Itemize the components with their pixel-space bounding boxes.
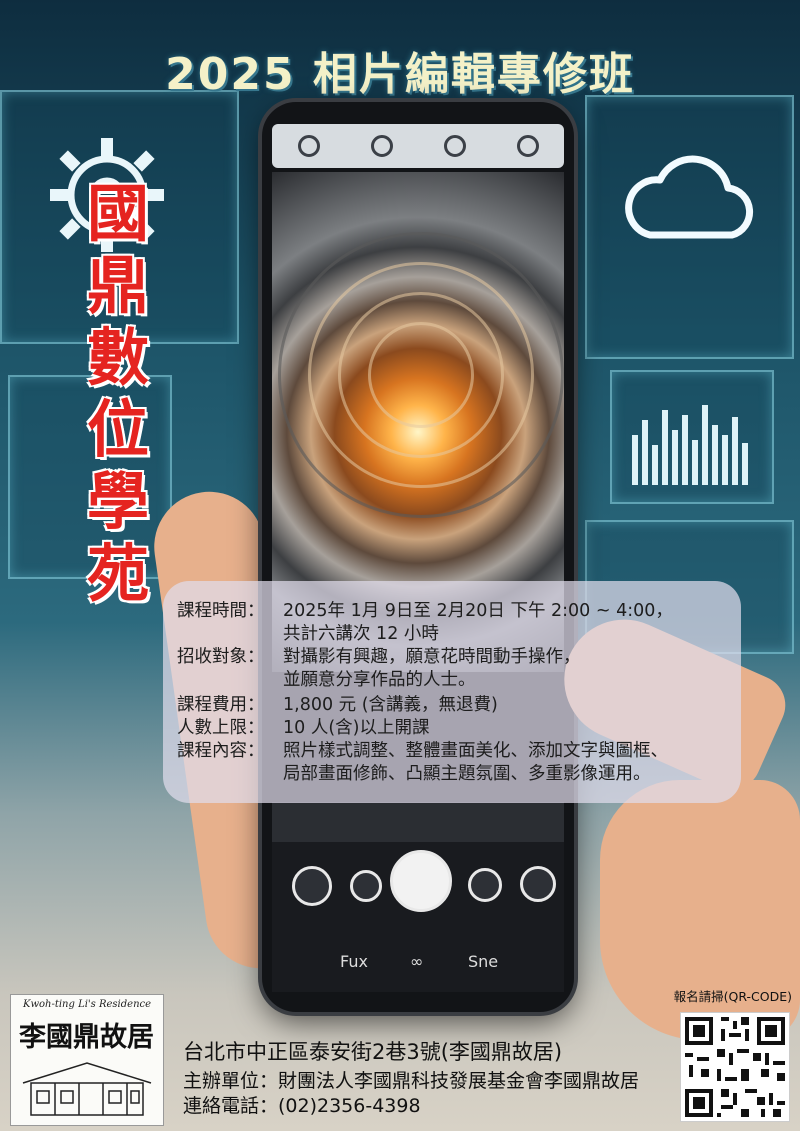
- organizer-text: 主辦單位：財團法人李國鼎科技發展基金會李國鼎故居: [183, 1070, 640, 1092]
- qr-code[interactable]: [680, 1012, 790, 1122]
- control-button: [350, 870, 382, 902]
- academy-char: 數: [86, 321, 149, 394]
- address-text: 台北市中正區泰安街2巷3號(李國鼎故居): [183, 1040, 563, 1064]
- phone-label: Fux: [340, 952, 368, 971]
- shutter-button: [390, 850, 452, 912]
- logo-chinese-name: 李國鼎故居: [19, 1022, 154, 1053]
- target-label: 招收對象：: [177, 647, 265, 667]
- limit-value: 10 人(含)以上開課: [283, 718, 430, 738]
- target-value: 對攝影有興趣，願意花時間動手操作，: [283, 647, 581, 667]
- control-button: [292, 866, 332, 906]
- fee-value: 1,800 元 (含講義，無退費): [283, 695, 498, 715]
- academy-char: 學: [86, 465, 149, 538]
- bar-graph-decoration: [632, 405, 748, 485]
- content-row: 課程內容： 照片樣式調整、整體畫面美化、添加文字與圖框、: [177, 737, 668, 762]
- phone-camera-controls: Fux ∞ Sne: [272, 802, 564, 992]
- fee-row: 課程費用： 1,800 元 (含講義，無退費): [177, 691, 498, 716]
- qr-label: 報名請掃(QR-CODE): [673, 989, 792, 1004]
- academy-name-vertical: 國 鼎 數 位 學 苑: [78, 178, 158, 610]
- phone-label: Sne: [468, 952, 499, 971]
- poster-title: 2025 相片編輯專修班: [165, 49, 635, 100]
- course-time-row: 課程時間： 2025年 1月 9日至 2月20日 下午 2:00 ~ 4:00，: [177, 597, 673, 622]
- content-label: 課程內容：: [177, 741, 265, 761]
- phone-top-toolbar: [272, 124, 564, 168]
- limit-row: 人數上限： 10 人(含)以上開課: [177, 714, 430, 739]
- toolbar-icon: [516, 135, 539, 157]
- cloud-icon: [625, 155, 754, 239]
- academy-char: 苑: [86, 537, 149, 610]
- target-row: 招收對象： 對攝影有興趣，願意花時間動手操作，: [177, 643, 581, 668]
- content-extra: 局部畫面修飾、凸顯主題氛圍、多重影像運用。: [283, 764, 651, 784]
- academy-char: 國: [86, 177, 149, 250]
- phone-text: 連絡電話：(02)2356-4398: [183, 1095, 421, 1117]
- smartphone-illustration: Fux ∞ Sne: [262, 102, 574, 1012]
- course-time-extra: 共計六講次 12 小時: [283, 624, 439, 644]
- logo-english-name: Kwoh-ting Li's Residence: [22, 999, 152, 1010]
- residence-logo: Kwoh-ting Li's Residence 李國鼎故居: [10, 994, 164, 1126]
- toolbar-icon: [443, 135, 466, 157]
- control-button: [468, 868, 502, 902]
- limit-label: 人數上限：: [177, 718, 265, 738]
- content-value: 照片樣式調整、整體畫面美化、添加文字與圖框、: [283, 741, 668, 761]
- toolbar-icon: [297, 135, 320, 157]
- academy-char: 位: [86, 393, 149, 466]
- academy-char: 鼎: [86, 249, 149, 322]
- target-extra: 並願意分享作品的人士。: [283, 670, 476, 690]
- house-drawing-icon: [22, 1062, 152, 1116]
- course-time-value: 2025年 1月 9日至 2月20日 下午 2:00 ~ 4:00，: [283, 601, 673, 621]
- course-time-label: 課程時間：: [177, 601, 265, 621]
- qr-code-image: [681, 1013, 789, 1121]
- fee-label: 課程費用：: [177, 695, 265, 715]
- control-button: [520, 866, 556, 902]
- toolbar-icon: [370, 135, 393, 157]
- lens-ring: [278, 232, 564, 518]
- phone-label: ∞: [410, 952, 424, 971]
- mode-bar: [272, 802, 564, 842]
- course-info-box: 課程時間： 2025年 1月 9日至 2月20日 下午 2:00 ~ 4:00， …: [163, 581, 741, 803]
